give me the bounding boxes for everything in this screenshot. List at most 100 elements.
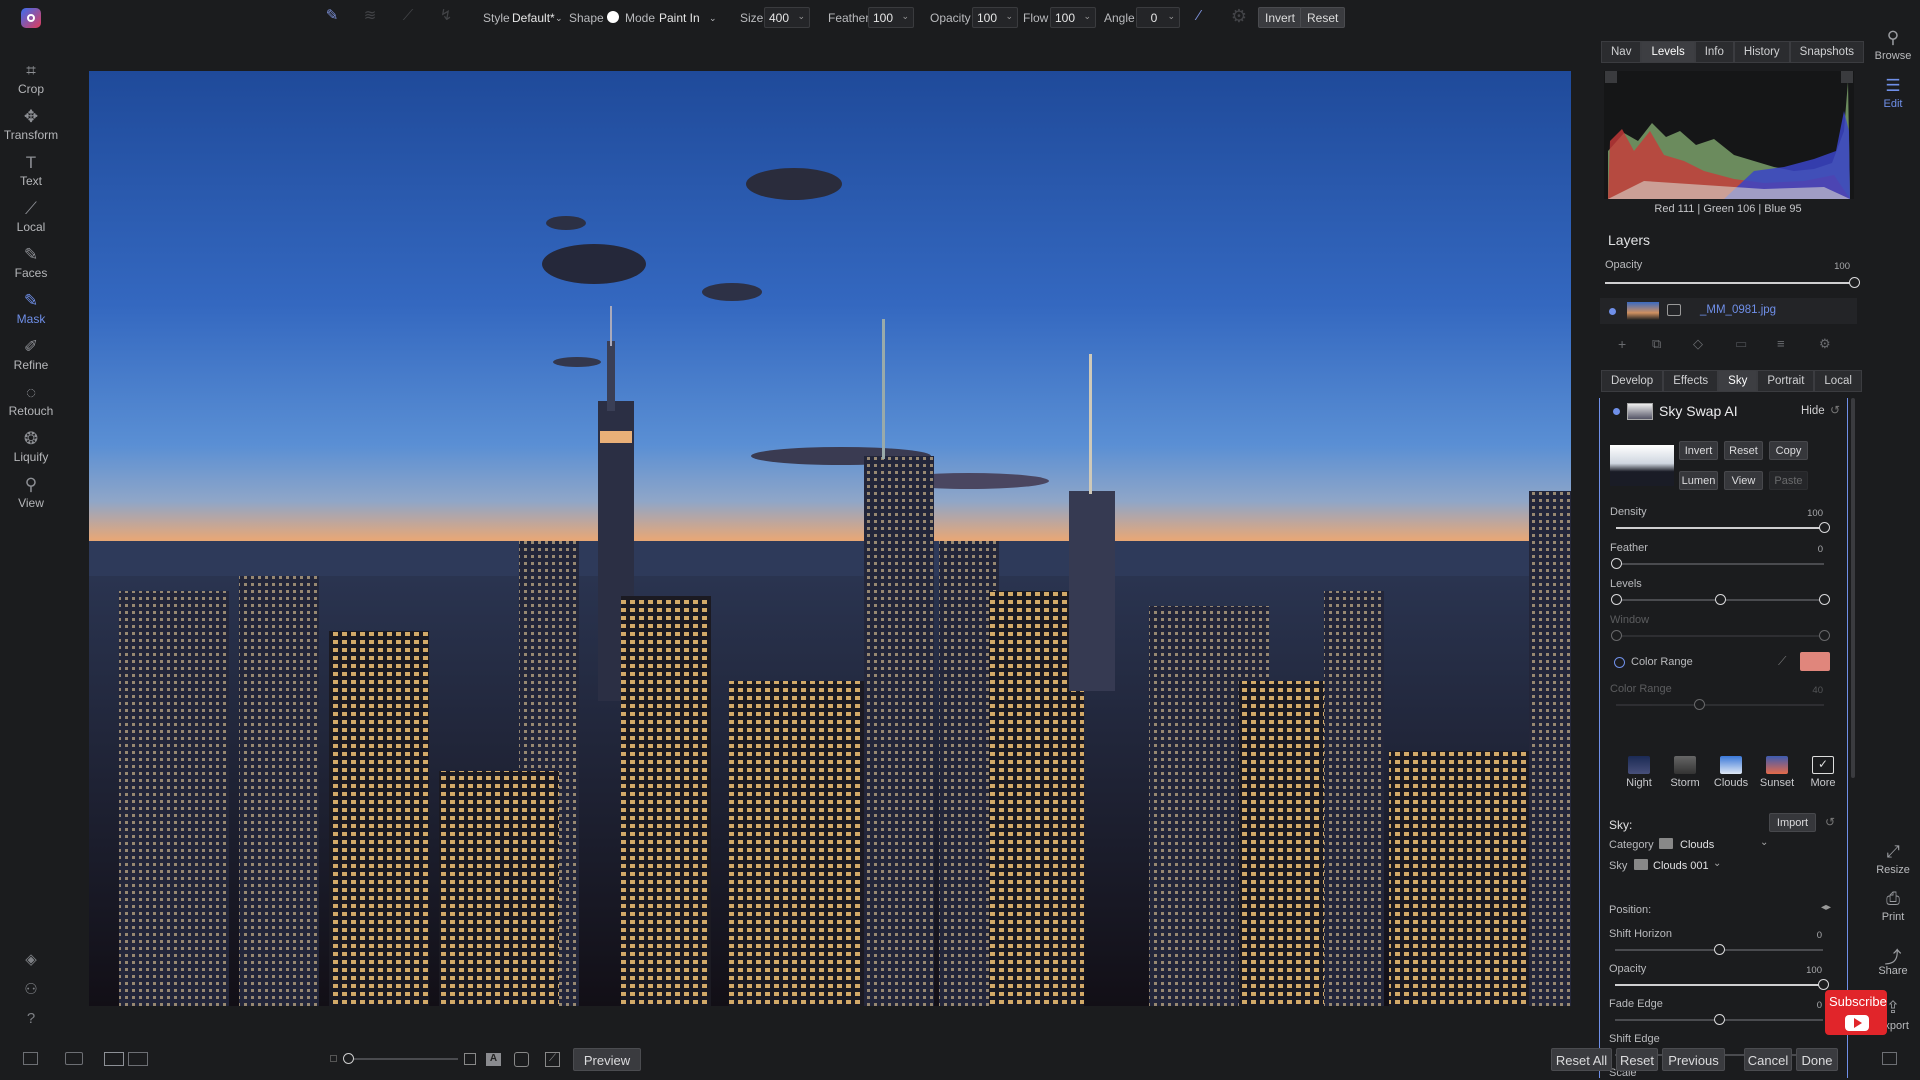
panel-toggle-right-icon[interactable] [1882, 1052, 1897, 1065]
tool-liquify[interactable]: ❂ Liquify [0, 428, 62, 472]
mask-view-icon[interactable] [514, 1052, 529, 1067]
mode-dropdown[interactable]: Paint In [659, 11, 700, 25]
edit-module[interactable]: ☰ Edit [1866, 76, 1920, 110]
tool-mask[interactable]: ✎ Mask [0, 290, 62, 334]
feather-slider[interactable] [1611, 558, 1824, 570]
reset-all-button[interactable]: Reset All [1551, 1048, 1612, 1071]
previous-button[interactable]: Previous [1662, 1048, 1725, 1071]
color-range-toggle[interactable] [1614, 657, 1625, 668]
tab-levels[interactable]: Levels [1641, 41, 1695, 63]
zoom-in-icon[interactable] [464, 1053, 476, 1065]
filter-enabled-dot[interactable] [1613, 408, 1620, 415]
layers-stack-icon[interactable]: ◈ [20, 950, 42, 972]
gear-icon[interactable]: ⚙ [1229, 6, 1249, 26]
tool-retouch[interactable]: ◌ Retouch [0, 382, 62, 426]
tab-sky[interactable]: Sky [1718, 370, 1758, 392]
sky-dropdown[interactable]: Clouds 001 [1653, 860, 1709, 872]
fade-edge-slider[interactable] [1615, 1014, 1823, 1026]
stack-icon[interactable]: ≡ [1777, 336, 1785, 351]
layer-settings-icon[interactable]: ⚙ [1819, 336, 1831, 352]
layers-opacity-slider[interactable] [1605, 277, 1860, 289]
delete-layer-icon[interactable]: ▭ [1735, 336, 1747, 352]
feather-input[interactable]: 100 ⌄ [868, 7, 914, 28]
preset-night[interactable]: Night [1619, 756, 1659, 789]
tool-local[interactable]: ⟋ Local [0, 198, 62, 242]
flow-input[interactable]: 100 ⌄ [1050, 7, 1096, 28]
zoom-knob[interactable] [343, 1053, 354, 1064]
layer-row[interactable]: _MM_0981.jpg [1600, 298, 1857, 324]
category-dropdown[interactable]: Clouds [1680, 839, 1714, 851]
style-dropdown[interactable]: Default* [512, 11, 555, 25]
filter-reset-icon[interactable]: ↺ [1830, 403, 1840, 417]
browse-module[interactable]: ⚲ Browse [1866, 28, 1920, 62]
opacity-input[interactable]: 100 ⌄ [972, 7, 1018, 28]
import-sky-button[interactable]: Import [1769, 813, 1816, 832]
layer-mask-icon[interactable] [1667, 304, 1681, 316]
window-slider[interactable] [1611, 630, 1830, 642]
tool-view[interactable]: ⚲ View [0, 474, 62, 518]
highlight-clip-icon[interactable] [1841, 71, 1853, 83]
resize-module[interactable]: ⤢ Resize [1866, 842, 1920, 876]
sky-opacity-slider[interactable] [1615, 979, 1829, 991]
preset-clouds[interactable]: Clouds [1711, 756, 1751, 789]
print-module[interactable]: ⎙ Print [1866, 889, 1920, 923]
tab-info[interactable]: Info [1694, 41, 1734, 63]
eyedropper-icon[interactable]: ⟋ [1778, 654, 1786, 669]
account-icon[interactable]: ⚇ [20, 980, 42, 1002]
zoom-slider[interactable] [343, 1053, 458, 1064]
lumen-button[interactable]: Lumen [1679, 471, 1718, 490]
mask-thumbnail[interactable] [1610, 445, 1674, 486]
tab-effects[interactable]: Effects [1663, 370, 1719, 392]
tool-transform[interactable]: ✥ Transform [0, 106, 62, 150]
tab-history[interactable]: History [1733, 41, 1790, 63]
brush-shape-dot[interactable] [607, 11, 619, 23]
fill-icon[interactable]: ◇ [1693, 336, 1703, 352]
add-layer-icon[interactable]: + [1618, 336, 1626, 352]
preset-storm[interactable]: Storm [1665, 756, 1705, 789]
view-button[interactable]: View [1724, 471, 1763, 490]
reset-button[interactable]: Reset [1616, 1048, 1658, 1071]
tool-faces[interactable]: ✎ Faces [0, 244, 62, 288]
angle-input[interactable]: 0 ⌄ [1136, 7, 1180, 28]
sky-reset-icon[interactable]: ↺ [1825, 815, 1835, 829]
tab-develop[interactable]: Develop [1601, 370, 1664, 392]
image-canvas[interactable] [89, 71, 1571, 1006]
tab-snapshots[interactable]: Snapshots [1789, 41, 1865, 63]
reset-mask-button[interactable]: Reset [1300, 7, 1346, 28]
density-slider[interactable] [1616, 522, 1830, 534]
help-icon[interactable]: ? [20, 1010, 42, 1032]
hide-filter-link[interactable]: Hide [1801, 405, 1825, 417]
tab-portrait[interactable]: Portrait [1757, 370, 1815, 392]
brush-view-icon[interactable]: ⟋ [545, 1052, 560, 1067]
flip-arrows-icon[interactable]: ◂▸ [1821, 902, 1831, 913]
size-input[interactable]: 400 ⌄ [764, 7, 810, 28]
tool-refine[interactable]: ✐ Refine [0, 336, 62, 380]
tab-nav[interactable]: Nav [1601, 41, 1642, 63]
brush-options-icon[interactable]: ≋ [360, 6, 380, 26]
preview-button[interactable]: Preview [573, 1048, 641, 1071]
done-button[interactable]: Done [1796, 1048, 1838, 1071]
tool-text[interactable]: T Text [0, 152, 62, 196]
color-range-slider[interactable] [1616, 699, 1824, 711]
paste-button[interactable]: Paste [1769, 471, 1808, 490]
zoom-out-icon[interactable] [330, 1055, 337, 1062]
preset-more[interactable]: ✓ More [1803, 756, 1843, 789]
panel-scrollbar[interactable] [1851, 398, 1855, 778]
share-module[interactable]: ⤴ Share [1866, 943, 1920, 977]
tab-local[interactable]: Local [1814, 370, 1862, 392]
invert-mask-button[interactable]: Invert [1258, 7, 1303, 28]
shift-horizon-slider[interactable] [1615, 944, 1823, 956]
compare-view-icon[interactable] [128, 1052, 148, 1066]
subscribe-overlay[interactable]: Subscribe [1825, 990, 1887, 1035]
copy-button[interactable]: Copy [1769, 441, 1808, 460]
panel-toggle-left-icon[interactable] [23, 1052, 38, 1065]
lasso-brush-icon[interactable]: ↯ [436, 6, 456, 26]
magic-wand-icon[interactable]: ⁄ [1189, 6, 1209, 26]
shadow-clip-icon[interactable] [1605, 71, 1617, 83]
filmstrip-icon[interactable] [65, 1052, 83, 1065]
preset-sunset[interactable]: Sunset [1757, 756, 1797, 789]
reset-button[interactable]: Reset [1724, 441, 1763, 460]
a-mode-icon[interactable]: A [486, 1053, 501, 1066]
magic-brush-icon[interactable]: ⟋ [398, 6, 418, 26]
color-range-swatch[interactable] [1800, 652, 1830, 671]
